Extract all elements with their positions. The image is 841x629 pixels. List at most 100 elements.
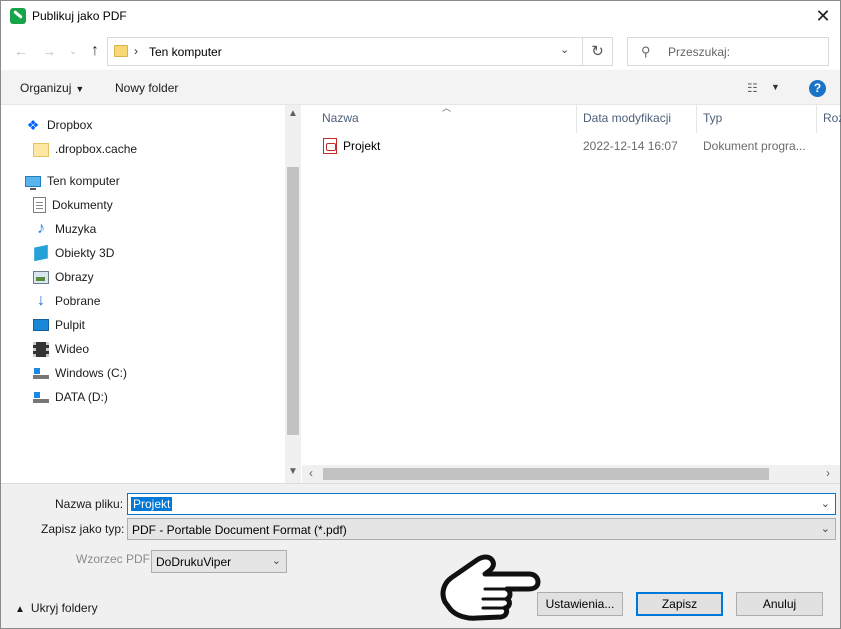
save-as-pdf-dialog: Publikuj jako PDF ✕ ← → ⌄ ↑ › Ten komput… bbox=[0, 0, 841, 629]
nav-item-this-pc[interactable]: Ten komputer bbox=[25, 170, 120, 192]
music-icon: ♪ bbox=[37, 220, 45, 237]
nav-item-label: Dokumenty bbox=[52, 198, 113, 212]
nav-item-label: DATA (D:) bbox=[55, 390, 108, 404]
filename-value[interactable]: Projekt bbox=[131, 497, 173, 511]
chevron-right-icon[interactable]: › bbox=[826, 466, 830, 480]
column-header-name[interactable]: Nazwa bbox=[322, 111, 359, 125]
drive-icon bbox=[33, 367, 49, 379]
help-icon[interactable]: ? bbox=[809, 80, 826, 97]
navigation-pane: ❖ Dropbox .dropbox.cache Ten komputer Dok… bbox=[1, 105, 301, 483]
nav-scrollbar[interactable]: ▲ ▼ bbox=[285, 105, 301, 483]
column-header-modified[interactable]: Data modyfikacji bbox=[583, 111, 671, 125]
nav-item-label: Pulpit bbox=[55, 318, 86, 332]
hide-folders-label: Ukryj foldery bbox=[30, 601, 98, 615]
nav-item-pictures[interactable]: Obrazy bbox=[33, 266, 94, 288]
nav-item-label: Obrazy bbox=[55, 270, 94, 284]
table-row[interactable]: Projekt 2022-12-14 16:07 Dokument progra… bbox=[318, 137, 818, 157]
file-list: Nazwa ︿ Data modyfikacji Typ Roz Projekt… bbox=[302, 103, 841, 483]
pdf-template-label: Wzorzec PDF: bbox=[76, 552, 154, 566]
drive-icon bbox=[33, 391, 49, 403]
chevron-down-icon[interactable]: ▼ bbox=[288, 466, 298, 477]
nav-item-label: Wideo bbox=[55, 342, 90, 356]
new-folder-button[interactable]: Nowy folder bbox=[115, 81, 178, 95]
address-row: ← → ⌄ ↑ › Ten komputer ⌄ ↻ ⚲ Przeszukaj: bbox=[1, 32, 840, 70]
column-header-size[interactable]: Roz bbox=[823, 111, 841, 125]
chevron-down-icon: ▼ bbox=[75, 84, 85, 94]
column-divider[interactable] bbox=[576, 105, 577, 133]
computer-icon bbox=[25, 175, 41, 190]
nav-item-desktop[interactable]: Pulpit bbox=[33, 314, 85, 336]
nav-item-documents[interactable]: Dokumenty bbox=[33, 194, 113, 216]
refresh-icon[interactable]: ↻ bbox=[583, 37, 613, 66]
pictures-icon bbox=[33, 270, 49, 284]
arrow-left-icon[interactable]: ← bbox=[11, 41, 31, 61]
savetype-value: PDF - Portable Document Format (*.pdf) bbox=[132, 523, 347, 537]
settings-button[interactable]: Ustawienia... bbox=[537, 592, 623, 616]
nav-item-3d-objects[interactable]: Obiekty 3D bbox=[33, 242, 114, 264]
chevron-down-icon: ⌄ bbox=[271, 555, 281, 567]
search-icon: ⚲ bbox=[641, 44, 651, 59]
arrow-right-icon[interactable]: → bbox=[39, 41, 59, 61]
pdf-template-select[interactable]: DoDrukuViper ⌄ bbox=[151, 550, 287, 573]
nav-item-label: .dropbox.cache bbox=[55, 142, 138, 156]
nav-item-dropbox-cache[interactable]: .dropbox.cache bbox=[33, 138, 137, 160]
chevron-left-icon[interactable]: ‹ bbox=[309, 466, 313, 480]
nav-item-label: Pobrane bbox=[55, 294, 101, 308]
savetype-label: Zapisz jako typ: bbox=[41, 522, 125, 536]
arrow-up-icon[interactable]: ↑ bbox=[85, 41, 105, 61]
chevron-down-icon: ⌄ bbox=[820, 523, 830, 535]
file-type: Dokument progra... bbox=[703, 139, 806, 153]
nav-item-drive-d[interactable]: DATA (D:) bbox=[33, 386, 108, 408]
address-bar[interactable]: › Ten komputer ⌄ bbox=[107, 37, 583, 66]
chevron-down-icon[interactable]: ⌄ bbox=[821, 497, 830, 510]
pointing-hand-icon bbox=[440, 554, 541, 621]
chevron-up-icon: ▲ bbox=[15, 604, 25, 615]
chevron-down-icon[interactable]: ⌄ bbox=[560, 43, 569, 56]
folder-icon bbox=[33, 142, 49, 157]
column-divider[interactable] bbox=[696, 105, 697, 133]
close-icon[interactable]: ✕ bbox=[806, 1, 840, 32]
downloads-icon: ↓ bbox=[37, 292, 45, 309]
filename-label: Nazwa pliku: bbox=[55, 497, 124, 511]
file-modified: 2022-12-14 16:07 bbox=[583, 139, 678, 153]
3d-objects-icon bbox=[34, 244, 48, 262]
nav-item-label: Obiekty 3D bbox=[55, 246, 115, 260]
organize-label: Organizuj bbox=[20, 81, 72, 95]
nav-item-label: Muzyka bbox=[55, 222, 97, 236]
pdf-template-value: DoDrukuViper bbox=[156, 555, 232, 569]
nav-item-drive-c[interactable]: Windows (C:) bbox=[33, 362, 127, 384]
column-divider[interactable] bbox=[816, 105, 817, 133]
column-label: Nazwa bbox=[322, 111, 359, 125]
search-input[interactable]: ⚲ Przeszukaj: bbox=[627, 37, 829, 66]
search-placeholder: Przeszukaj: bbox=[668, 45, 731, 59]
sort-ascending-icon: ︿ bbox=[442, 103, 452, 113]
chevron-down-icon[interactable]: ⌄ bbox=[63, 41, 83, 61]
pdf-app-icon bbox=[10, 8, 26, 24]
organize-menu[interactable]: Organizuj ▼ bbox=[20, 81, 84, 95]
window-title: Publikuj jako PDF bbox=[32, 9, 127, 23]
command-bar: Organizuj ▼ Nowy folder ☷ ▼ ? bbox=[1, 70, 840, 105]
cancel-button[interactable]: Anuluj bbox=[736, 592, 823, 616]
savetype-select[interactable]: PDF - Portable Document Format (*.pdf) ⌄ bbox=[127, 518, 836, 540]
filename-field[interactable]: Projekt ⌄ bbox=[127, 493, 836, 515]
view-options-icon[interactable]: ☷ bbox=[747, 81, 758, 95]
scrollbar-thumb[interactable] bbox=[287, 167, 299, 435]
nav-item-label: Dropbox bbox=[47, 118, 93, 132]
scrollbar-thumb[interactable] bbox=[323, 468, 769, 480]
nav-item-music[interactable]: ♪ Muzyka bbox=[33, 218, 96, 240]
nav-item-video[interactable]: Wideo bbox=[33, 338, 89, 360]
column-header-type[interactable]: Typ bbox=[703, 111, 722, 125]
breadcrumb[interactable]: Ten komputer bbox=[149, 45, 222, 59]
dropbox-icon: ❖ bbox=[26, 117, 40, 133]
chevron-up-icon[interactable]: ▲ bbox=[288, 108, 298, 119]
nav-item-label: Windows (C:) bbox=[55, 366, 128, 380]
pdf-file-icon bbox=[323, 138, 337, 154]
hide-folders-toggle[interactable]: ▲ Ukryj foldery bbox=[15, 601, 98, 615]
save-options: Nazwa pliku: Projekt ⌄ Zapisz jako typ: … bbox=[1, 483, 840, 628]
chevron-down-icon[interactable]: ▼ bbox=[771, 82, 780, 92]
folder-icon bbox=[114, 45, 128, 57]
nav-item-downloads[interactable]: ↓ Pobrane bbox=[33, 290, 100, 312]
horizontal-scrollbar[interactable]: ‹ › bbox=[302, 465, 840, 483]
save-button[interactable]: Zapisz bbox=[636, 592, 723, 616]
nav-item-dropbox[interactable]: ❖ Dropbox bbox=[25, 114, 93, 136]
